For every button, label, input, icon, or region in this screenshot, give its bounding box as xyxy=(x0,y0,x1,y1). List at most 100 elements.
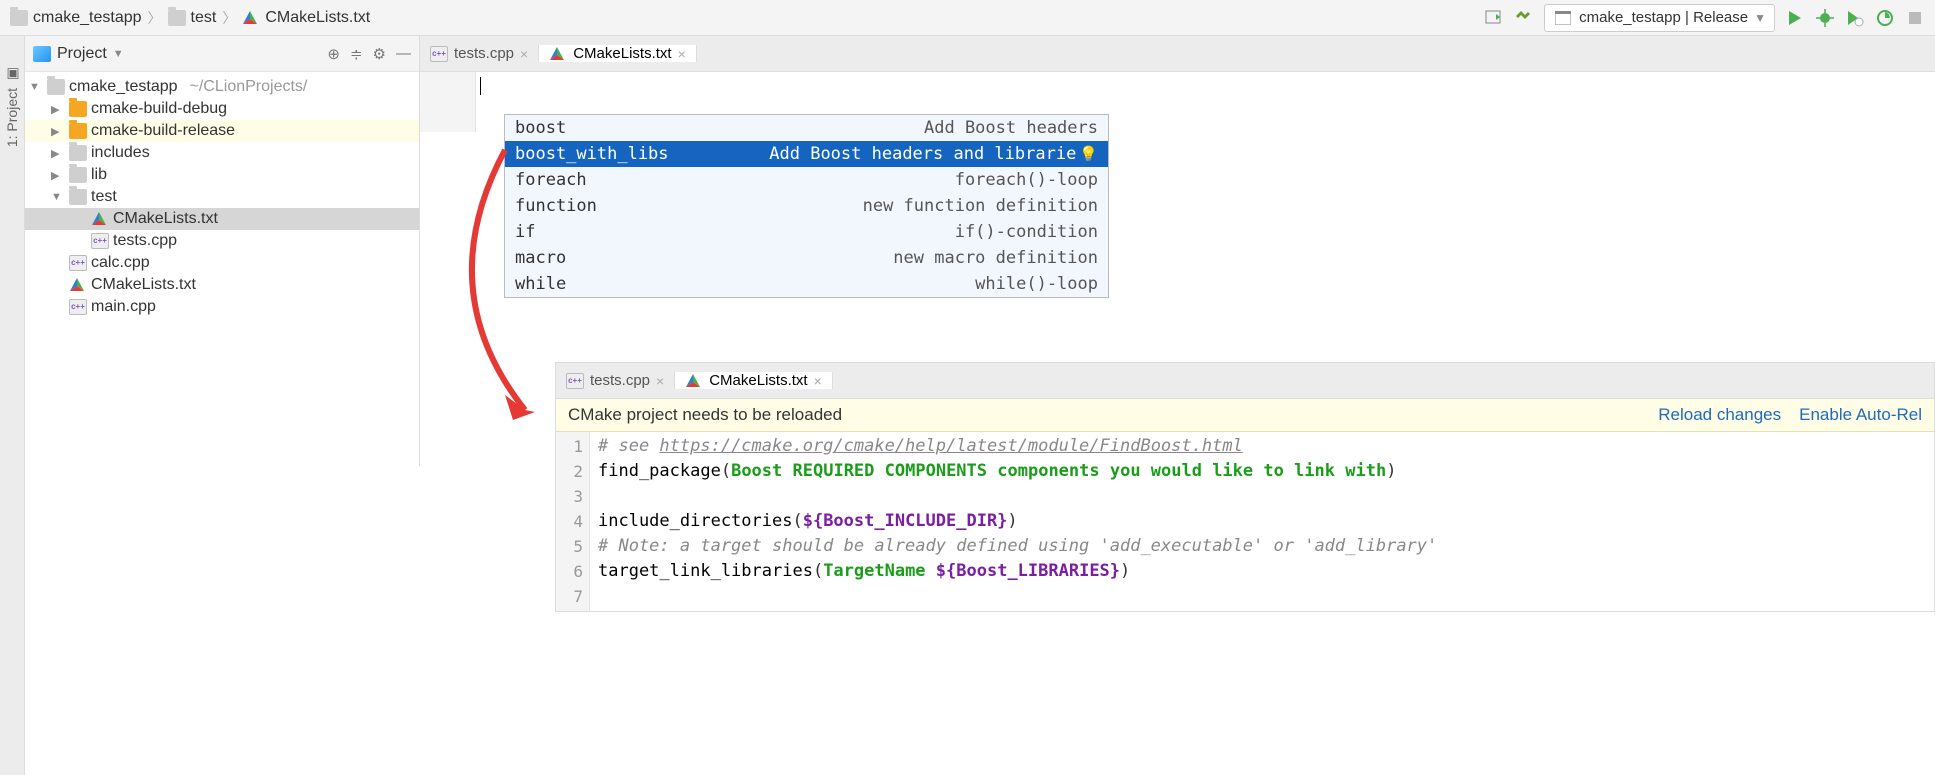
project-tree[interactable]: ▼ cmake_testapp ~/CLionProjects/ ▶cmake-… xyxy=(25,72,419,322)
expand-toggle-icon[interactable]: ▶ xyxy=(51,147,65,160)
tree-item[interactable]: ▶cmake-build-debug xyxy=(25,98,419,120)
completion-item-name: boost_with_libs xyxy=(515,144,669,164)
chevron-right-icon: 〉 xyxy=(222,8,236,28)
cmake-icon xyxy=(91,211,109,227)
project-panel-title-selector[interactable]: Project ▼ xyxy=(33,45,124,63)
completion-item[interactable]: macro new macro definition xyxy=(505,245,1108,271)
breadcrumb-item-folder[interactable]: test xyxy=(168,9,217,27)
tab-label: tests.cpp xyxy=(590,372,650,389)
code-content[interactable]: # see https://cmake.org/cmake/help/lates… xyxy=(590,432,1445,611)
code-editor-area[interactable]: 1234567 # see https://cmake.org/cmake/he… xyxy=(556,432,1934,611)
reload-message: CMake project needs to be reloaded xyxy=(568,405,1640,425)
project-panel-title: Project xyxy=(57,45,107,63)
tree-item-label: main.cpp xyxy=(91,298,156,316)
tree-root[interactable]: ▼ cmake_testapp ~/CLionProjects/ xyxy=(25,76,419,98)
stop-button[interactable] xyxy=(1905,8,1925,28)
completion-popup[interactable]: boost Add Boost headers boost_with_libsAdd… xyxy=(504,114,1109,298)
build-icon[interactable] xyxy=(1514,8,1534,28)
sidebar-tool-tab[interactable]: 1: Project ▣ xyxy=(0,36,25,775)
expand-toggle-icon[interactable]: ▼ xyxy=(51,191,65,203)
tree-item[interactable]: ▼test xyxy=(25,186,419,208)
run-button[interactable] xyxy=(1785,8,1805,28)
close-tab-icon[interactable]: × xyxy=(520,46,528,62)
cmake-icon xyxy=(685,373,703,389)
completion-item[interactable]: ifif()-condition xyxy=(505,219,1108,245)
line-number: 6 xyxy=(556,559,583,584)
cmake-icon xyxy=(69,277,87,293)
project-icon xyxy=(33,46,51,62)
completion-item-hint: new macro definition xyxy=(893,248,1098,268)
completion-item-hint: while()-loop xyxy=(975,274,1098,294)
completion-item-name: if xyxy=(515,222,535,242)
tree-item-path: ~/CLionProjects/ xyxy=(190,78,308,96)
completion-item[interactable]: functionnew function definition xyxy=(505,193,1108,219)
editor-tab[interactable]: c++tests.cpp× xyxy=(556,372,675,389)
breadcrumb-label: test xyxy=(191,9,217,27)
build-run-group: cmake_testapp | Release ▼ xyxy=(1484,4,1925,32)
tree-item-label: calc.cpp xyxy=(91,254,150,272)
close-tab-icon[interactable]: × xyxy=(678,46,686,62)
editor-tab[interactable]: c++tests.cpp× xyxy=(420,45,539,62)
gear-icon[interactable]: ⚙ xyxy=(373,45,386,63)
cpp-file-icon: c++ xyxy=(430,46,448,62)
top-toolbar: cmake_testapp 〉 test 〉 CMakeLists.txt cm… xyxy=(0,0,1935,36)
run-target-icon[interactable] xyxy=(1484,8,1504,28)
editor-tab[interactable]: CMakeLists.txt× xyxy=(539,45,697,62)
debug-button[interactable] xyxy=(1815,8,1835,28)
code-gutter: 1234567 xyxy=(556,432,590,611)
expand-toggle-icon[interactable]: ▶ xyxy=(51,169,65,182)
completion-item-name: boost xyxy=(515,118,566,138)
completion-item-name: macro xyxy=(515,248,566,268)
minimize-icon[interactable]: — xyxy=(396,45,411,63)
sidebar-tab-label-project: 1: Project ▣ xyxy=(4,66,20,147)
run-with-coverage-icon[interactable] xyxy=(1845,8,1865,28)
completion-item-name: function xyxy=(515,196,597,216)
close-tab-icon[interactable]: × xyxy=(656,373,664,389)
completion-item[interactable]: boost_with_libsAdd Boost headers and lib… xyxy=(505,141,1108,167)
folder-icon xyxy=(168,10,186,26)
expand-all-icon[interactable]: ≑ xyxy=(350,45,363,63)
reload-notification-bar: CMake project needs to be reloaded Reloa… xyxy=(556,399,1934,432)
close-tab-icon[interactable]: × xyxy=(814,373,822,389)
folder-icon xyxy=(69,189,87,205)
locate-icon[interactable]: ⊕ xyxy=(327,45,340,63)
reload-changes-link[interactable]: Reload changes xyxy=(1658,405,1781,425)
completion-item[interactable]: boost Add Boost headers xyxy=(505,115,1108,141)
tree-item[interactable]: ▶includes xyxy=(25,142,419,164)
cpp-file-icon: c++ xyxy=(69,255,87,271)
cpp-file-icon: c++ xyxy=(91,233,109,249)
line-number: 2 xyxy=(556,459,583,484)
completion-item[interactable]: foreach foreach()-loop xyxy=(505,167,1108,193)
tree-item[interactable]: c++calc.cpp xyxy=(25,252,419,274)
tree-item[interactable]: c++main.cpp xyxy=(25,296,419,318)
expand-toggle-icon[interactable]: ▶ xyxy=(51,125,65,138)
profile-run-icon[interactable] xyxy=(1875,8,1895,28)
editor-gutter xyxy=(420,72,476,132)
expand-toggle-icon[interactable]: ▶ xyxy=(51,103,65,116)
tree-item-label: lib xyxy=(91,166,107,184)
folder-icon xyxy=(69,145,87,161)
tree-item[interactable]: c++tests.cpp xyxy=(25,230,419,252)
breadcrumb-item-project[interactable]: cmake_testapp xyxy=(10,9,142,27)
chevron-right-icon: 〉 xyxy=(148,8,162,28)
editor-cursor xyxy=(480,77,481,95)
completion-item-hint: foreach()-loop xyxy=(955,170,1098,190)
tree-item[interactable]: CMakeLists.txt xyxy=(25,274,419,296)
tree-item[interactable]: ▶ lib xyxy=(25,164,419,186)
completion-item[interactable]: whilewhile()-loop xyxy=(505,271,1108,297)
tree-item[interactable]: CMakeLists.txt xyxy=(25,208,419,230)
editor-tab-bar-2: c++tests.cpp×CMakeLists.txt× xyxy=(556,363,1934,399)
completion-item-hint: Add Boost headers xyxy=(924,118,1098,138)
enable-auto-reload-link[interactable]: Enable Auto-Rel xyxy=(1799,405,1922,425)
run-configuration-selector[interactable]: cmake_testapp | Release ▼ xyxy=(1544,4,1775,32)
breadcrumb-item-file[interactable]: CMakeLists.txt xyxy=(242,9,370,27)
line-number: 1 xyxy=(556,434,583,459)
application-icon xyxy=(1553,8,1573,28)
editor-tab[interactable]: CMakeLists.txt× xyxy=(675,372,833,389)
tree-item-label: CMakeLists.txt xyxy=(91,276,196,294)
completion-item-name: foreach xyxy=(515,170,587,190)
tree-item[interactable]: ▶cmake-build-release xyxy=(25,120,419,142)
breadcrumb-label: CMakeLists.txt xyxy=(265,9,370,27)
run-config-label: cmake_testapp | Release xyxy=(1579,9,1748,26)
expand-toggle-icon[interactable]: ▼ xyxy=(29,81,43,93)
